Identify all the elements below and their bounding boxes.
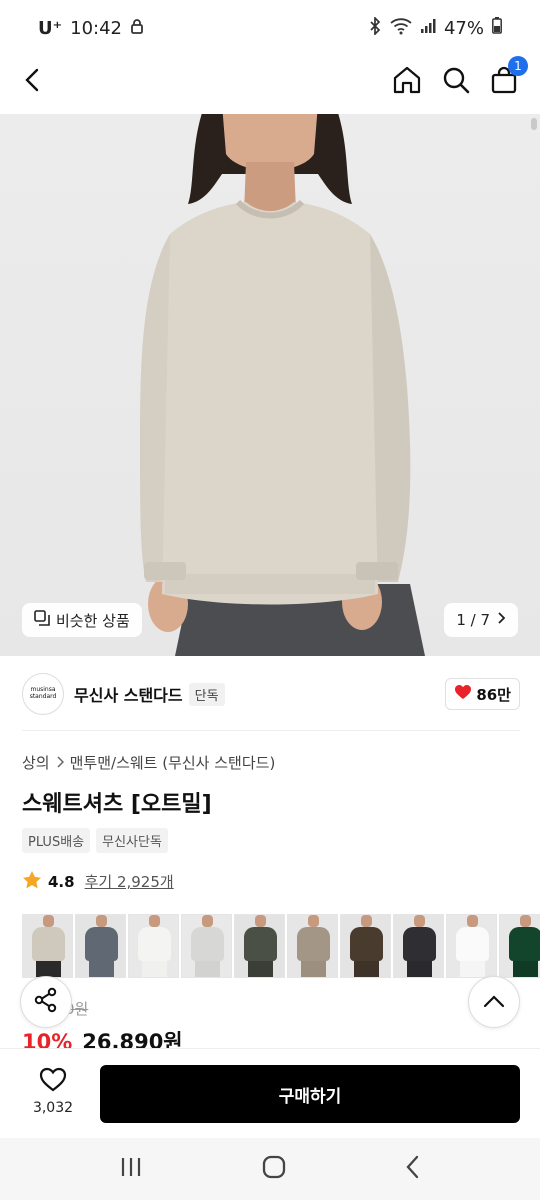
color-thumbnail[interactable] — [128, 914, 179, 978]
color-thumbnail[interactable] — [287, 914, 338, 978]
thumbnail-shirt — [138, 927, 171, 961]
thumbnail-shirt — [32, 927, 65, 961]
share-button[interactable] — [20, 976, 72, 1028]
brand-logo[interactable]: musinsa standard — [22, 673, 64, 715]
breadcrumb-subcategory[interactable]: 맨투맨/스웨트 (무신사 스탠다드) — [70, 752, 276, 773]
thumbnail-pants — [354, 961, 379, 977]
cart-button[interactable]: 1 — [490, 56, 528, 98]
review-count-link[interactable]: 후기 2,925개 — [85, 871, 174, 892]
similar-products-label: 비슷한 상품 — [56, 611, 130, 630]
similar-products-button[interactable]: 비슷한 상품 — [22, 603, 142, 637]
brand-name-link[interactable]: 무신사 스탠다드 — [74, 682, 183, 706]
color-thumbnail[interactable] — [499, 914, 540, 978]
heart-outline-icon — [39, 1067, 67, 1096]
brand-like-count: 86만 — [476, 685, 511, 704]
thumbnail-pants — [89, 961, 114, 977]
thumbnail-pants — [460, 961, 485, 977]
tag-plus-delivery: PLUS배송 — [22, 828, 91, 853]
thumbnail-pants — [513, 961, 538, 977]
rating-row: 4.8 후기 2,925개 — [22, 870, 174, 893]
thumbnail-shirt — [191, 927, 224, 961]
thumbnail-shirt — [85, 927, 118, 961]
wishlist-count: 3,032 — [32, 1100, 74, 1116]
thumbnail-model-head — [149, 915, 160, 927]
battery-level: 47% — [443, 17, 484, 39]
product-title: 스웨트셔츠 [오트밀] — [22, 792, 212, 817]
scroll-top-button[interactable] — [468, 976, 520, 1028]
thumbnail-shirt — [403, 927, 436, 961]
divider — [22, 730, 520, 731]
thumbnail-pants — [248, 961, 273, 977]
heart-icon — [454, 684, 472, 704]
color-thumbnail[interactable] — [446, 914, 497, 978]
rating-score: 4.8 — [48, 872, 75, 891]
thumbnail-shirt — [297, 927, 330, 961]
chevron-right-icon — [56, 754, 64, 772]
wishlist-button[interactable]: 3,032 — [22, 1067, 84, 1116]
similar-icon — [34, 610, 50, 630]
battery-icon — [492, 17, 502, 39]
home-icon[interactable] — [392, 65, 422, 99]
product-tags: PLUS배송 무신사단독 — [22, 828, 168, 853]
color-thumbnail[interactable] — [181, 914, 232, 978]
system-nav-bar — [0, 1138, 540, 1200]
thumbnail-model-head — [202, 915, 213, 927]
chevron-up-icon — [483, 993, 505, 1012]
thumbnail-pants — [407, 961, 432, 977]
breadcrumb-category[interactable]: 상의 — [22, 752, 50, 773]
buy-button[interactable]: 구매하기 — [100, 1065, 520, 1123]
scroll-indicator — [531, 118, 537, 130]
wifi-icon — [390, 17, 412, 40]
thumbnail-model-head — [467, 915, 478, 927]
thumbnail-model-head — [96, 915, 107, 927]
thumbnail-shirt — [456, 927, 489, 961]
thumbnail-model-head — [255, 915, 266, 927]
breadcrumb: 상의 맨투맨/스웨트 (무신사 스탠다드) — [22, 752, 275, 773]
image-counter-button[interactable]: 1 / 7 — [444, 603, 518, 637]
thumbnail-pants — [195, 961, 220, 977]
brand-logo-line2: standard — [29, 693, 57, 700]
back-arrow-icon[interactable] — [22, 67, 42, 97]
thumbnail-model-head — [361, 915, 372, 927]
thumbnail-pants — [142, 961, 167, 977]
recent-apps-icon[interactable] — [119, 1156, 143, 1182]
brand-row: musinsa standard 무신사 스탠다드 단독 86만 — [22, 672, 520, 716]
thumbnail-model-head — [414, 915, 425, 927]
search-icon[interactable] — [442, 66, 470, 98]
share-icon — [33, 987, 59, 1017]
signal-icon — [420, 18, 436, 39]
thumbnail-model-head — [520, 915, 531, 927]
carrier-label: U⁺ — [38, 17, 63, 39]
color-thumbnail[interactable] — [22, 914, 73, 978]
thumbnail-shirt — [509, 927, 540, 961]
thumbnail-shirt — [350, 927, 383, 961]
chevron-right-icon — [496, 611, 506, 629]
product-page: U⁺ 10:42 47% 1 비슷한 상품 1 / 7 musinsa stan… — [0, 0, 540, 1200]
bluetooth-icon — [368, 15, 382, 40]
thumbnail-model-head — [43, 915, 54, 927]
system-back-icon[interactable] — [405, 1155, 421, 1183]
product-image[interactable]: 비슷한 상품 1 / 7 — [0, 114, 540, 656]
lock-icon — [130, 18, 144, 39]
color-thumbnail[interactable] — [393, 914, 444, 978]
thumbnail-model-head — [308, 915, 319, 927]
color-options — [22, 914, 540, 978]
cart-count-badge: 1 — [508, 56, 528, 76]
image-counter: 1 / 7 — [456, 611, 490, 629]
model-photo — [140, 114, 425, 656]
color-thumbnail[interactable] — [75, 914, 126, 978]
clock: 10:42 — [70, 17, 122, 39]
tag-musinsa-exclusive: 무신사단독 — [96, 828, 168, 853]
thumbnail-shirt — [244, 927, 277, 961]
color-thumbnail[interactable] — [234, 914, 285, 978]
star-icon — [22, 870, 42, 893]
thumbnail-pants — [301, 961, 326, 977]
home-circle-icon[interactable] — [261, 1154, 287, 1184]
exclusive-tag: 단독 — [188, 682, 225, 706]
status-bar: U⁺ 10:42 47% — [0, 0, 540, 56]
brand-like-button[interactable]: 86만 — [445, 678, 520, 710]
purchase-bar: 3,032 구매하기 — [0, 1048, 540, 1138]
color-thumbnail[interactable] — [340, 914, 391, 978]
top-nav-bar: 1 — [0, 56, 540, 108]
